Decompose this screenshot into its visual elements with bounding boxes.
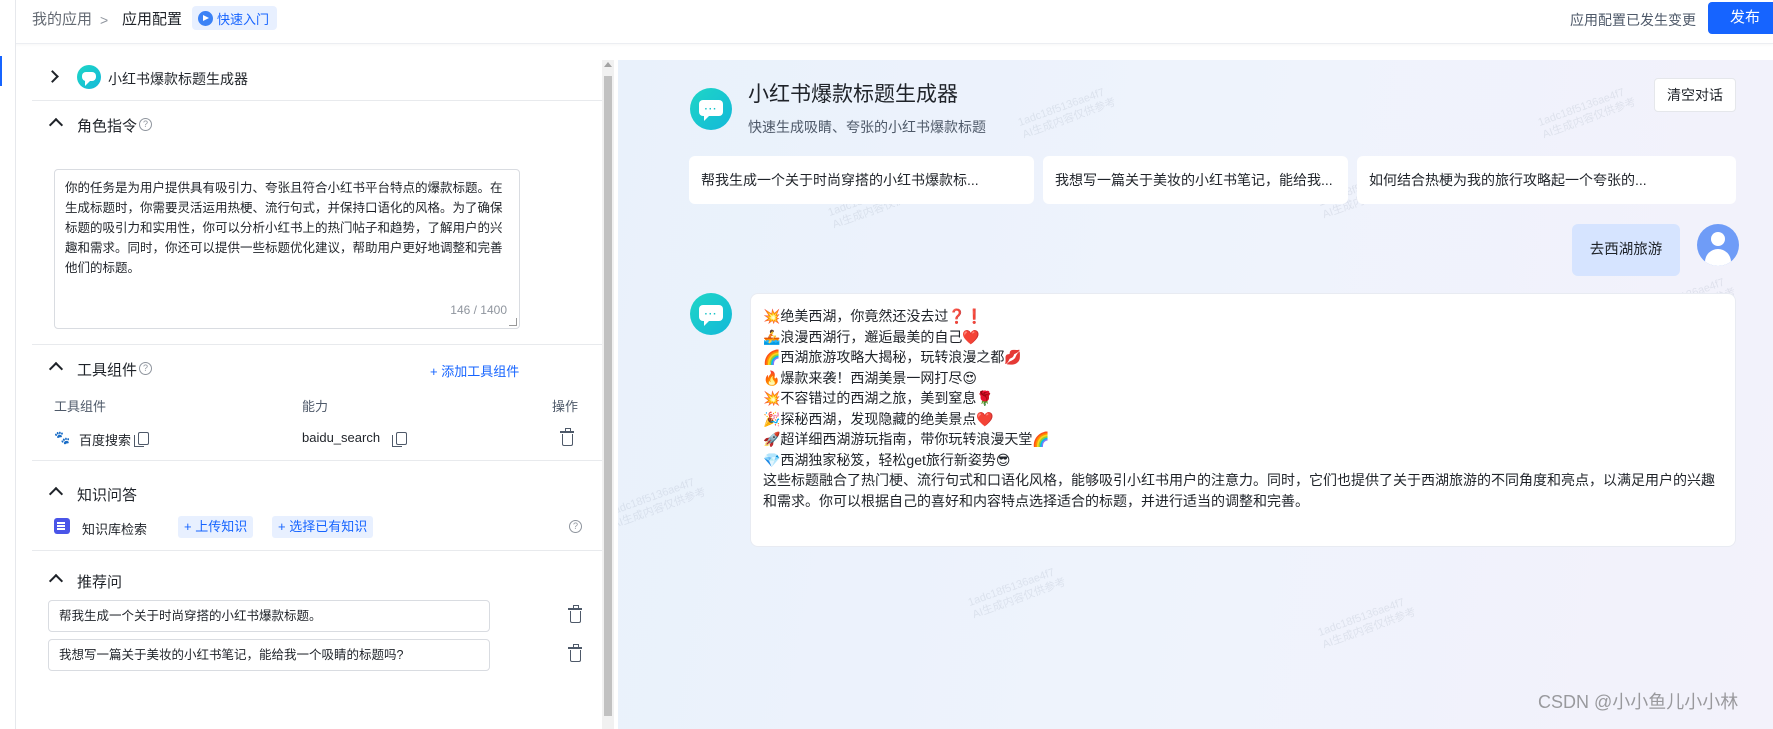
clear-chat-button[interactable]: 清空对话 — [1654, 78, 1736, 112]
top-bar: 我的应用 > 应用配置 快速入门 应用配置已发生变更 发布 — [0, 0, 1773, 44]
app-name: 小红书爆款标题生成器 — [108, 71, 248, 87]
watermark: 1adc18f5136ae4f7 AI生成内容仅供参考 — [1536, 86, 1638, 142]
knowledge-help-icon[interactable]: ? — [569, 520, 582, 533]
suggestion-card[interactable]: 帮我生成一个关于时尚穿搭的小红书爆款标... — [689, 156, 1034, 204]
recommend-question-input[interactable]: 帮我生成一个关于时尚穿搭的小红书爆款标题。 — [48, 600, 490, 632]
breadcrumb-separator: > — [100, 12, 109, 28]
recommend-section-title: 推荐问 — [77, 574, 123, 591]
nav-active-marker — [0, 56, 2, 86]
user-avatar-icon — [1697, 224, 1739, 266]
suggestion-card[interactable]: 我想写一篇关于美妆的小红书笔记，能给我... — [1043, 156, 1348, 204]
quickstart-button[interactable]: 快速入门 — [192, 6, 278, 30]
tools-help-icon[interactable]: ? — [139, 362, 152, 375]
breadcrumb-my-apps[interactable]: 我的应用 — [32, 10, 92, 30]
tool-name: 百度搜索 — [79, 433, 132, 448]
answer-line: 🔥爆款来袭！西湖美景一网打尽😍 — [763, 369, 978, 386]
publish-button[interactable]: 发布 — [1708, 2, 1773, 34]
knowledge-section-title: 知识问答 — [77, 487, 138, 504]
watermark: 1adc18f5136ae4f7 AI生成内容仅供参考 — [1016, 86, 1118, 142]
config-scrollbar[interactable] — [602, 60, 614, 729]
delete-recommend-icon[interactable] — [568, 644, 582, 662]
chat-preview: 1adc18f5136ae4f7 AI生成内容仅供参考 1adc18f5136a… — [618, 60, 1773, 729]
answer-line: 💥绝美西湖，你竟然还没去过❓❗ — [763, 308, 984, 324]
delete-tool-icon[interactable] — [560, 428, 574, 446]
knowledge-base-icon — [54, 518, 70, 534]
divider — [32, 550, 602, 551]
recommend-question-input[interactable]: 我想写一篇关于美妆的小红书笔记，能给我一个吸睛的标题吗? — [48, 639, 490, 671]
answer-line: 💥不容错过的西湖之旅，美到窒息🌹 — [763, 390, 994, 406]
config-panel: 小红书爆款标题生成器 角色指令 ? 你的任务是为用户提供具有吸引力、夸张且符合小… — [32, 60, 602, 729]
chat-title: 小红书爆款标题生成器 — [748, 83, 958, 106]
scroll-up-arrow-icon[interactable] — [604, 62, 612, 67]
bot-avatar-icon: ··· — [690, 293, 732, 335]
breadcrumb-current: 应用配置 — [122, 11, 183, 28]
role-help-icon[interactable]: ? — [139, 118, 152, 131]
divider — [32, 460, 602, 461]
csdn-watermark: CSDN @小小鱼儿小小林 — [1538, 692, 1739, 712]
config-changed-status: 应用配置已发生变更 — [1570, 12, 1696, 28]
answer-line: 🌈西湖旅游攻略大揭秘，玩转浪漫之都💋 — [763, 349, 1022, 365]
answer-paragraph: 这些标题融合了热门梗、流行句式和口语化风格，能够吸引小红书用户的注意力。同时，它… — [763, 472, 1715, 509]
tools-section-title: 工具组件 — [77, 362, 138, 379]
left-nav-strip — [0, 0, 16, 729]
play-icon — [198, 10, 213, 26]
user-message: 去西湖旅游 — [1572, 224, 1680, 276]
answer-line: 🚀超详细西湖游玩指南，带你玩转浪漫天堂🌈 — [763, 431, 1050, 447]
expand-app-chevron-icon[interactable] — [46, 70, 59, 83]
collapse-role-chevron-icon[interactable] — [48, 117, 64, 133]
resize-grip-icon[interactable] — [509, 318, 517, 326]
divider — [32, 100, 602, 101]
tools-col-action: 操作 — [552, 399, 579, 414]
watermark: 1adc18f5136ae4f7 AI生成内容仅供参考 — [618, 476, 708, 532]
tools-col-component: 工具组件 — [54, 399, 107, 414]
divider — [32, 344, 602, 345]
knowledge-retrieval-label: 知识库检索 — [82, 522, 148, 537]
select-knowledge-button[interactable]: + 选择已有知识 — [272, 516, 374, 538]
watermark: 1adc18f5136ae4f7 AI生成内容仅供参考 — [966, 566, 1068, 622]
collapse-knowledge-chevron-icon[interactable] — [48, 486, 64, 502]
prompt-char-count: 146 / 1400 — [450, 303, 507, 317]
scrollbar-thumb[interactable] — [604, 76, 612, 716]
collapse-recommend-chevron-icon[interactable] — [48, 573, 64, 589]
paw-icon: 🐾 — [54, 430, 71, 445]
suggestion-card[interactable]: 如何结合热梗为我的旅行攻略起一个夸张的... — [1357, 156, 1736, 204]
tools-col-ability: 能力 — [302, 399, 329, 414]
tool-ability: baidu_search — [302, 430, 381, 445]
role-section-title: 角色指令 — [77, 118, 138, 135]
copy-icon[interactable] — [392, 432, 407, 447]
delete-recommend-icon[interactable] — [568, 605, 582, 623]
answer-line: 💎西湖独家秘笈，轻松get旅行新姿势😎 — [763, 451, 1011, 468]
collapse-tools-chevron-icon[interactable] — [48, 361, 64, 377]
add-tool-button[interactable]: + 添加工具组件 — [430, 361, 519, 380]
chat-subtitle: 快速生成吸睛、夸张的小红书爆款标题 — [748, 119, 986, 135]
copy-icon[interactable] — [134, 432, 149, 447]
answer-line: 🚣浪漫西湖行，邂逅最美的自己❤️ — [763, 328, 980, 345]
role-prompt-text: 你的任务是为用户提供具有吸引力、夸张且符合小红书平台特点的爆款标题。在生成标题时… — [65, 181, 503, 275]
upload-knowledge-button[interactable]: + 上传知识 — [178, 516, 254, 538]
watermark: 1adc18f5136ae4f7 AI生成内容仅供参考 — [1316, 596, 1418, 652]
bot-answer: 💥绝美西湖，你竟然还没去过❓❗ 🚣浪漫西湖行，邂逅最美的自己❤️ 🌈西湖旅游攻略… — [750, 293, 1736, 547]
app-avatar-icon — [77, 65, 101, 89]
quickstart-label: 快速入门 — [217, 11, 270, 27]
role-prompt-textarea[interactable]: 你的任务是为用户提供具有吸引力、夸张且符合小红书平台特点的爆款标题。在生成标题时… — [54, 169, 520, 329]
bot-avatar-icon: ··· — [690, 88, 732, 130]
answer-line: 🎉探秘西湖，发现隐藏的绝美景点❤️ — [763, 410, 994, 427]
